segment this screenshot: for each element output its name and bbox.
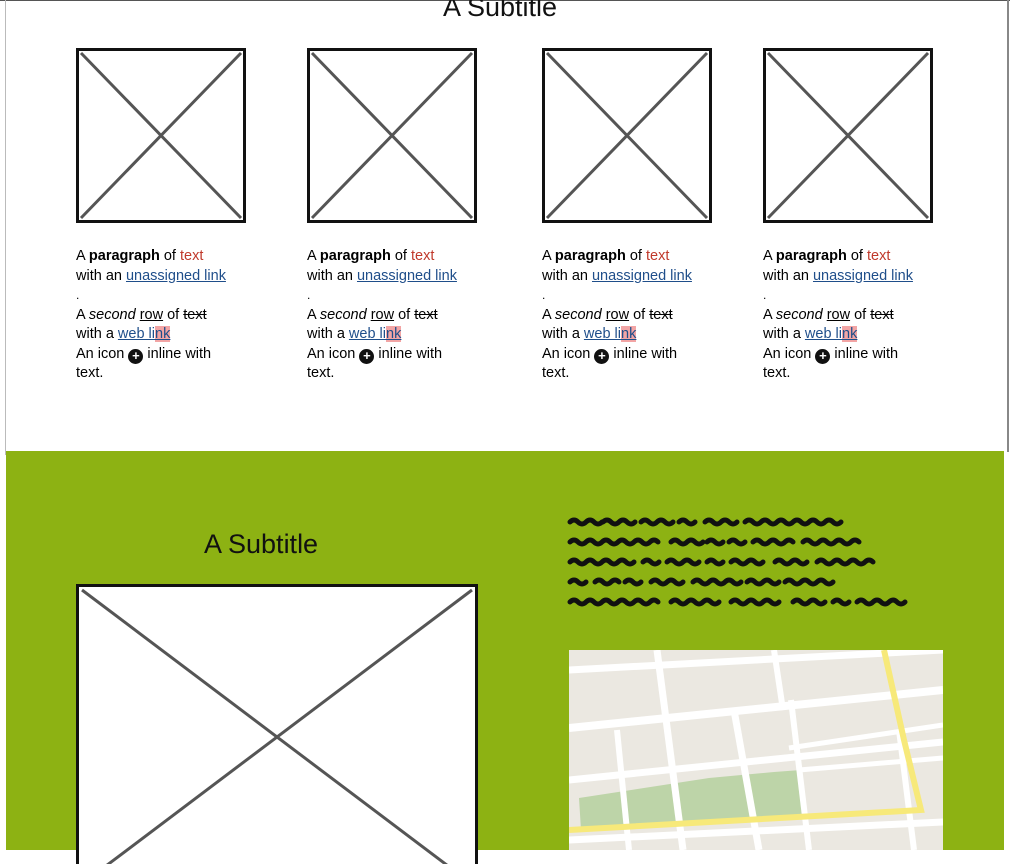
right-border (1007, 0, 1009, 452)
unassigned-link[interactable]: unassigned link (592, 268, 692, 284)
card-3: A paragraph of text with an unassigned l… (542, 48, 712, 384)
web-link[interactable]: web link (349, 326, 401, 342)
web-link[interactable]: web link (584, 326, 636, 342)
plus-circle-icon: + (815, 349, 830, 364)
unassigned-link[interactable]: unassigned link (126, 268, 226, 284)
plus-circle-icon: + (128, 349, 143, 364)
unassigned-link[interactable]: unassigned link (813, 268, 913, 284)
card-4: A paragraph of text with an unassigned l… (763, 48, 933, 384)
scribbled-text-placeholder (567, 512, 917, 612)
image-placeholder-icon (76, 48, 246, 223)
image-placeholder-icon (763, 48, 933, 223)
card-paragraph: A paragraph of text with an unassigned l… (307, 247, 477, 384)
map-image (569, 650, 943, 850)
image-placeholder-icon (542, 48, 712, 223)
card-2: A paragraph of text with an unassigned l… (307, 48, 477, 384)
plus-circle-icon: + (594, 349, 609, 364)
card-paragraph: A paragraph of text with an unassigned l… (763, 247, 933, 384)
card-paragraph: A paragraph of text with an unassigned l… (76, 247, 246, 384)
card-1: A paragraph of text with an unassigned l… (76, 48, 246, 384)
web-link[interactable]: web link (805, 326, 857, 342)
plus-circle-icon: + (359, 349, 374, 364)
page-subtitle: A Subtitle (0, 0, 1000, 24)
section-subtitle: A Subtitle (204, 527, 318, 561)
image-placeholder-icon (307, 48, 477, 223)
left-border (5, 0, 6, 455)
image-placeholder-icon (76, 584, 478, 864)
card-paragraph: A paragraph of text with an unassigned l… (542, 247, 712, 384)
web-link[interactable]: web link (118, 326, 170, 342)
unassigned-link[interactable]: unassigned link (357, 268, 457, 284)
